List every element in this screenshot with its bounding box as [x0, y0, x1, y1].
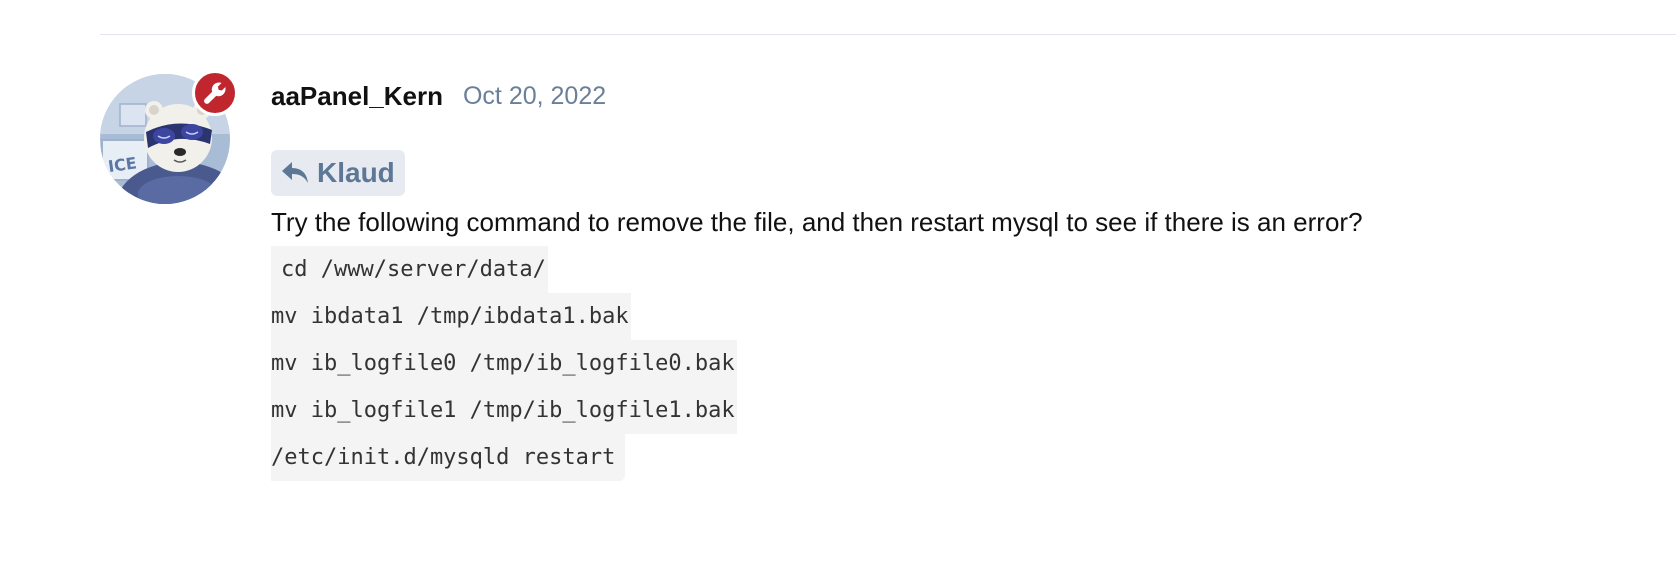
- reply-to-tab[interactable]: Klaud: [271, 150, 405, 196]
- post-divider: [100, 34, 1676, 35]
- post-body-text: Try the following command to remove the …: [271, 207, 1363, 237]
- code-line: mv ib_logfile0 /tmp/ib_logfile0.bak: [271, 340, 737, 387]
- author-username[interactable]: aaPanel_Kern: [271, 81, 443, 112]
- code-line: mv ibdata1 /tmp/ibdata1.bak: [271, 293, 631, 340]
- moderator-badge: [192, 70, 238, 116]
- code-line: cd /www/server/data/: [271, 246, 548, 293]
- reply-arrow-icon: [281, 160, 309, 186]
- reply-to-username: Klaud: [317, 157, 395, 188]
- code-line: /etc/init.d/mysqld restart: [271, 434, 626, 481]
- author-avatar-container: ICE: [100, 70, 238, 204]
- wrench-icon: [204, 82, 226, 104]
- svg-text:ICE: ICE: [107, 153, 138, 176]
- post-header: aaPanel_Kern Oct 20, 2022: [271, 76, 606, 116]
- code-block: cd /www/server/data/ mv ibdata1 /tmp/ibd…: [271, 246, 737, 481]
- code-line: mv ib_logfile1 /tmp/ib_logfile1.bak: [271, 387, 737, 434]
- post-date[interactable]: Oct 20, 2022: [463, 82, 606, 111]
